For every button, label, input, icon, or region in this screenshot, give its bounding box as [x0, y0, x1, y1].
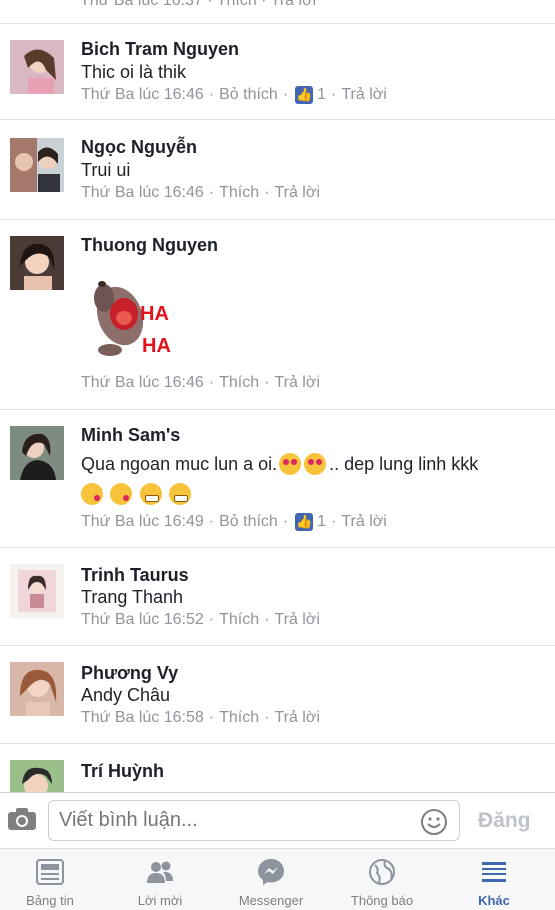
grinning-emoji-icon — [169, 483, 192, 505]
reply-button[interactable]: Trả lời — [274, 610, 319, 630]
menu-icon — [479, 857, 509, 887]
like-count[interactable]: 1 — [317, 85, 326, 105]
comment-meta: Thứ Ba lúc 16:37 · Thích · Trả lời — [80, 0, 317, 9]
tab-news-feed[interactable]: Bảng tin — [0, 849, 100, 910]
reply-button[interactable]: Trả lời — [274, 183, 319, 203]
reply-button[interactable]: Trả lời — [274, 708, 319, 728]
comment-input[interactable] — [48, 800, 460, 841]
avatar[interactable] — [10, 138, 64, 192]
avatar[interactable] — [10, 236, 64, 290]
messenger-icon — [256, 857, 286, 887]
comment-meta: Thứ Ba lúc 16:52 · Thích · Trả lời — [81, 610, 320, 630]
avatar[interactable] — [10, 662, 64, 716]
comment-meta: Thứ Ba lúc 16:46 · Bỏ thích · 1 · Trả lờ… — [81, 85, 387, 105]
news-feed-icon — [35, 857, 65, 887]
like-count[interactable]: 1 — [317, 512, 326, 532]
comment-author[interactable]: Trí Huỳnh — [81, 760, 164, 782]
sticker-text: HA — [140, 303, 169, 325]
tab-label: Messenger — [238, 893, 304, 908]
like-button[interactable]: Thích — [219, 610, 259, 630]
comment-time[interactable]: Thứ Ba lúc 16:46 — [81, 85, 204, 105]
tab-friend-requests[interactable]: Lời mời — [110, 849, 210, 910]
comment-item: Minh Sam's Qua ngoan muc lun a oi. .. de… — [0, 410, 555, 548]
comment-time[interactable]: Thứ Ba lúc 16:52 — [81, 610, 204, 630]
tab-label: Thông báo — [350, 893, 414, 908]
emoji-row — [81, 483, 194, 505]
comment-time[interactable]: Thứ Ba lúc 16:46 — [81, 183, 204, 203]
comment-item: Trí Huỳnh — [0, 744, 555, 792]
comment-author[interactable]: Phương Vy — [81, 662, 178, 684]
comment-meta: Thứ Ba lúc 16:58 · Thích · Trả lời — [81, 708, 320, 728]
tab-label: Khác — [478, 893, 510, 908]
tab-messenger[interactable]: Messenger — [221, 849, 321, 910]
comment-meta: Thứ Ba lúc 16:46 · Thích · Trả lời — [81, 183, 320, 203]
notifications-globe-icon — [367, 857, 397, 887]
unlike-button[interactable]: Bỏ thích — [219, 512, 278, 532]
comment-composer: Đăng — [0, 792, 555, 848]
avatar[interactable] — [10, 760, 64, 792]
comment-time[interactable]: Thứ Ba lúc 16:58 — [81, 708, 204, 728]
comment-author[interactable]: Minh Sam's — [81, 424, 180, 446]
partial-comment-above: Thứ Ba lúc 16:37 · Thích · Trả lời — [0, 0, 555, 24]
kissing-emoji-icon — [81, 483, 103, 505]
reply-button[interactable]: Trả lời — [274, 373, 319, 393]
like-button[interactable]: Thích — [219, 183, 259, 203]
tagged-user[interactable]: Trang Thanh — [81, 586, 183, 608]
comment-time[interactable]: Thứ Ba lúc 16:46 — [81, 373, 204, 393]
tagged-user[interactable]: Andy Châu — [81, 684, 170, 706]
sticker-haha[interactable]: HA HA — [80, 272, 180, 368]
friend-requests-icon — [145, 857, 175, 887]
svg-text:HA: HA — [142, 335, 171, 357]
comment-author[interactable]: Ngọc Nguyễn — [81, 136, 197, 158]
comment-time[interactable]: Thứ Ba lúc 16:49 — [81, 512, 204, 532]
comment-meta: Thứ Ba lúc 16:49 · Bỏ thích · 1 · Trả lờ… — [81, 512, 387, 532]
post-button[interactable]: Đăng — [478, 805, 531, 837]
comment-item: Bich Tram Nguyen Thic oi là thik Thứ Ba … — [0, 24, 555, 120]
like-count-icon[interactable] — [295, 512, 314, 532]
reply-button[interactable]: Trả lời — [341, 85, 386, 105]
kissing-emoji-icon — [110, 483, 133, 505]
avatar[interactable] — [10, 40, 64, 94]
grinning-emoji-icon — [139, 483, 162, 505]
like-button[interactable]: Thích — [219, 708, 259, 728]
smiley-emoji-icon[interactable] — [420, 808, 448, 836]
like-count-icon[interactable] — [295, 85, 314, 105]
tab-label: Lời mời — [137, 893, 183, 908]
heart-eyes-emoji-icon — [304, 453, 327, 475]
bottom-tab-bar: Bảng tin Lời mời Messenger Thông báo Khá… — [0, 848, 555, 910]
avatar[interactable] — [10, 564, 64, 618]
like-button[interactable]: Thích — [219, 373, 259, 393]
tab-label: Bảng tin — [26, 893, 74, 908]
comment-author[interactable]: Thuong Nguyen — [81, 234, 218, 256]
comment-author[interactable]: Bich Tram Nguyen — [81, 38, 239, 60]
comment-text: Qua ngoan muc lun a oi. .. dep lung linh… — [81, 453, 479, 475]
unlike-button[interactable]: Bỏ thích — [219, 85, 278, 105]
comment-meta: Thứ Ba lúc 16:46 · Thích · Trả lời — [81, 373, 320, 393]
tab-more[interactable]: Khác — [444, 849, 544, 910]
comment-text: Thic oi là thik — [81, 62, 187, 82]
comment-item: Trinh Taurus Trang Thanh Thứ Ba lúc 16:5… — [0, 548, 555, 646]
comment-text: Trui ui — [81, 160, 131, 180]
heart-eyes-emoji-icon — [279, 453, 302, 475]
comment-item: Ngọc Nguyễn Trui ui Thứ Ba lúc 16:46 · T… — [0, 120, 555, 220]
comment-author[interactable]: Trinh Taurus — [81, 564, 189, 586]
avatar[interactable] — [10, 426, 64, 480]
camera-icon[interactable] — [7, 806, 37, 832]
reply-button[interactable]: Trả lời — [341, 512, 386, 532]
tab-notifications[interactable]: Thông báo — [332, 849, 432, 910]
comment-item: Phương Vy Andy Châu Thứ Ba lúc 16:58 · T… — [0, 646, 555, 744]
